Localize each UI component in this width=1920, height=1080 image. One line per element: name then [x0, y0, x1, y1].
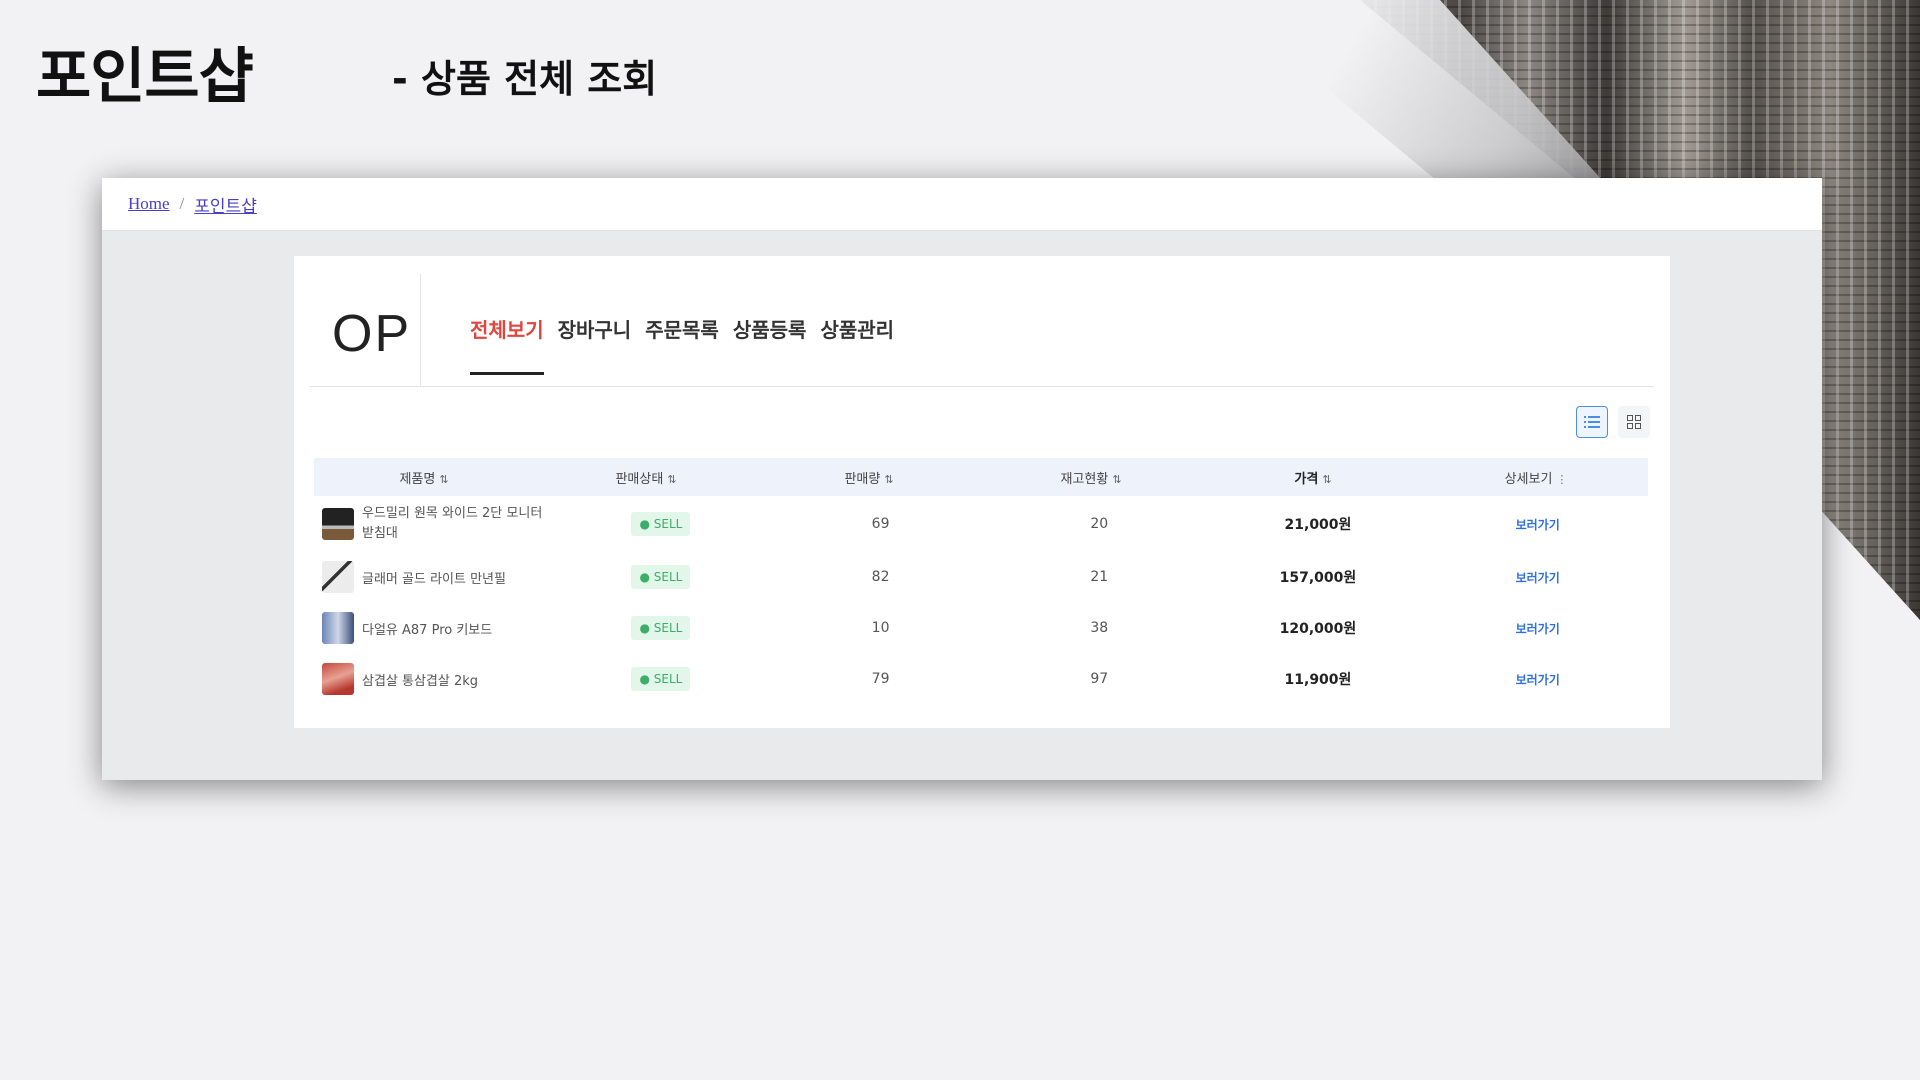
shop-tabs: 전체보기 장바구니 주문목록 상품등록 상품관리	[470, 314, 894, 375]
header-price-label: 가격	[1294, 471, 1319, 487]
header-sold[interactable]: 판매량 ⇅	[758, 468, 980, 487]
logo-divider	[420, 274, 421, 386]
stock-cell: 38	[1090, 620, 1109, 636]
sort-icon: ⇅	[1322, 472, 1332, 486]
product-table: 제품명 ⇅ 판매상태 ⇅ 판매량 ⇅ 재고현황 ⇅ 가격 ⇅ 상세보기 ⋮ 우드밀리 원목 …	[314, 458, 1648, 704]
table-row[interactable]: 글래머 골드 라이트 만년필 ● SELL 82 21 157,000원 보러가…	[314, 552, 1648, 602]
price-cell: 11,900원	[1284, 672, 1352, 688]
header-price[interactable]: 가격 ⇅	[1202, 468, 1424, 487]
shop-panel: OP 전체보기 장바구니 주문목록 상품등록 상품관리 제품명 ⇅ 판매상태 ⇅…	[294, 256, 1670, 728]
product-name-cell: 다얼유 A87 Pro 키보드	[314, 612, 551, 644]
product-name-cell: 삼겹살 통삼겹살 2kg	[314, 663, 551, 695]
product-thumbnail	[322, 663, 354, 695]
detail-cell: 보러가기	[1427, 569, 1648, 586]
breadcrumb-home-link[interactable]: Home	[128, 194, 170, 214]
sort-icon: ⇅	[1112, 472, 1122, 486]
table-header: 제품명 ⇅ 판매상태 ⇅ 판매량 ⇅ 재고현황 ⇅ 가격 ⇅ 상세보기 ⋮	[314, 458, 1648, 496]
header-status-label: 판매상태	[615, 471, 664, 487]
detail-cell: 보러가기	[1427, 620, 1648, 637]
screenshot-frame: Home / 포인트샵 OP 전체보기 장바구니 주문목록 상품등록 상품관리	[102, 178, 1822, 780]
sort-icon: ⇅	[884, 472, 894, 486]
price-cell: 157,000원	[1279, 570, 1357, 586]
status-badge: ● SELL	[631, 565, 691, 589]
tab-orders[interactable]: 주문목록	[645, 314, 719, 343]
header-detail-label: 상세보기	[1504, 471, 1553, 487]
status-badge: ● SELL	[631, 667, 691, 691]
header-detail[interactable]: 상세보기 ⋮	[1424, 468, 1648, 487]
slide-subtitle: - 상품 전체 조회	[392, 57, 658, 101]
more-vertical-icon: ⋮	[1556, 472, 1568, 486]
header-stock[interactable]: 재고현황 ⇅	[980, 468, 1202, 487]
stock-cell: 20	[1090, 516, 1109, 532]
status-cell: ● SELL	[551, 565, 772, 589]
status-badge: ● SELL	[631, 512, 691, 536]
view-detail-link[interactable]: 보러가기	[1516, 518, 1560, 532]
table-row[interactable]: 다얼유 A87 Pro 키보드 ● SELL 10 38 120,000원 보러…	[314, 602, 1648, 654]
header-status[interactable]: 판매상태 ⇅	[534, 468, 758, 487]
shop-logo[interactable]: OP	[332, 304, 411, 364]
breadcrumb-current-link[interactable]: 포인트샵	[194, 192, 257, 217]
header-name-label: 제품명	[399, 471, 436, 487]
product-name[interactable]: 다얼유 A87 Pro 키보드	[362, 619, 492, 638]
table-row[interactable]: 우드밀리 원목 와이드 2단 모니터받침대 ● SELL 69 20 21,00…	[314, 496, 1648, 552]
sort-icon: ⇅	[667, 472, 677, 486]
detail-cell: 보러가기	[1427, 671, 1648, 688]
view-detail-link[interactable]: 보러가기	[1516, 673, 1560, 687]
product-name[interactable]: 글래머 골드 라이트 만년필	[362, 568, 506, 587]
status-cell: ● SELL	[551, 616, 772, 640]
table-row[interactable]: 삼겹살 통삼겹살 2kg ● SELL 79 97 11,900원 보러가기	[314, 654, 1648, 704]
breadcrumb: Home / 포인트샵	[102, 178, 1822, 231]
product-name-cell: 우드밀리 원목 와이드 2단 모니터받침대	[314, 504, 551, 544]
status-cell: ● SELL	[551, 667, 772, 691]
grid-view-button[interactable]	[1618, 406, 1650, 438]
sold-cell: 82	[871, 569, 890, 585]
sort-icon: ⇅	[439, 472, 449, 486]
status-cell: ● SELL	[551, 512, 772, 536]
sold-cell: 10	[871, 620, 890, 636]
view-detail-link[interactable]: 보러가기	[1516, 622, 1560, 636]
stock-cell: 97	[1090, 671, 1109, 687]
tab-all[interactable]: 전체보기	[470, 314, 544, 375]
tab-register-product[interactable]: 상품등록	[733, 314, 807, 343]
detail-cell: 보러가기	[1427, 516, 1648, 533]
grid-view-icon	[1627, 415, 1641, 429]
header-name[interactable]: 제품명 ⇅	[314, 468, 534, 487]
view-detail-link[interactable]: 보러가기	[1516, 571, 1560, 585]
list-view-button[interactable]	[1576, 406, 1608, 438]
product-thumbnail	[322, 508, 354, 540]
sold-cell: 79	[871, 671, 890, 687]
tab-cart[interactable]: 장바구니	[558, 314, 632, 343]
tab-manage-product[interactable]: 상품관리	[820, 314, 894, 343]
price-cell: 21,000원	[1284, 517, 1352, 533]
shop-header: OP 전체보기 장바구니 주문목록 상품등록 상품관리	[310, 274, 1654, 387]
product-name[interactable]: 삼겹살 통삼겹살 2kg	[362, 670, 478, 689]
status-badge: ● SELL	[631, 616, 691, 640]
list-view-icon	[1584, 416, 1600, 428]
breadcrumb-separator: /	[179, 194, 185, 213]
view-toggle	[1576, 406, 1650, 438]
product-name-cell: 글래머 골드 라이트 만년필	[314, 561, 551, 593]
price-cell: 120,000원	[1279, 621, 1357, 637]
product-name[interactable]: 우드밀리 원목 와이드 2단 모니터받침대	[362, 504, 551, 544]
header-sold-label: 판매량	[844, 471, 881, 487]
product-thumbnail	[322, 561, 354, 593]
header-stock-label: 재고현황	[1060, 471, 1109, 487]
slide-title: 포인트샵	[36, 42, 254, 112]
product-thumbnail	[322, 612, 354, 644]
stock-cell: 21	[1090, 569, 1109, 585]
sold-cell: 69	[871, 516, 890, 532]
